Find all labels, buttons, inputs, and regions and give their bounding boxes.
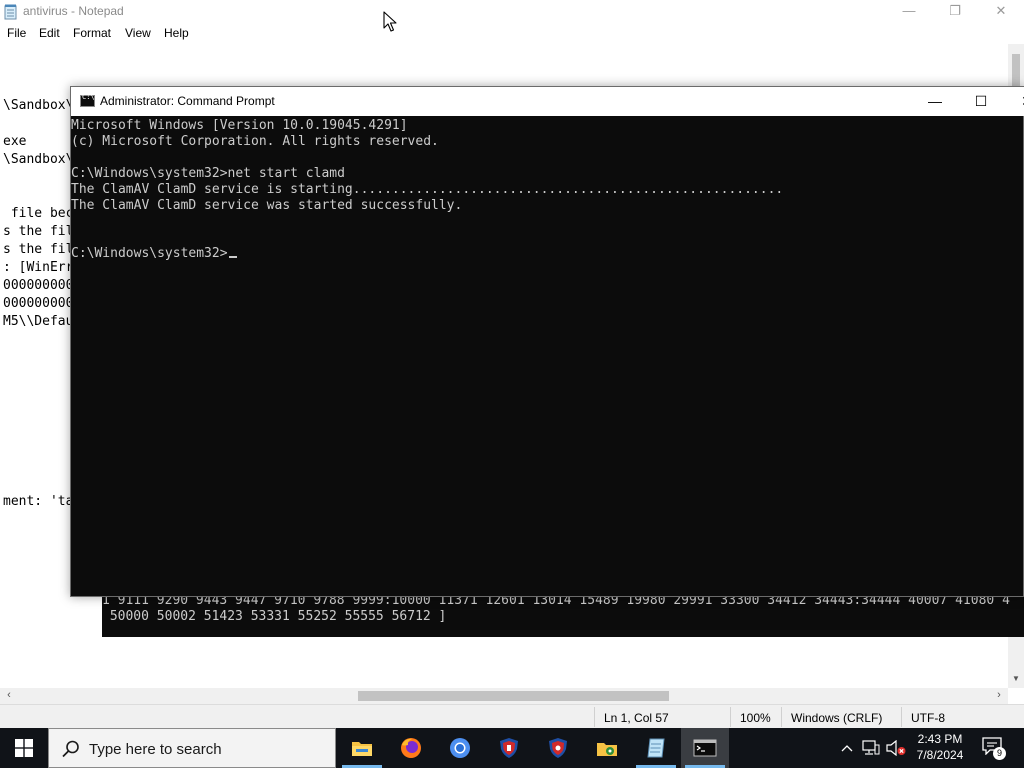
command-prompt-window: C:\ Administrator: Command Prompt — ☐ ✕ … (70, 86, 1024, 597)
action-center-button[interactable]: 9 (978, 735, 1010, 761)
shield-icon (500, 738, 518, 758)
status-encoding: UTF-8 (911, 711, 945, 725)
search-icon (62, 740, 79, 758)
cmd-icon-label: C:\ (82, 93, 95, 101)
menu-file[interactable]: File (7, 26, 26, 40)
status-line-ending: Windows (CRLF) (791, 711, 883, 725)
taskbar-clock[interactable]: 2:43 PM 7/8/2024 (912, 731, 968, 767)
notepad-line: \Sandbox\ (3, 98, 74, 113)
taskbar-search-box[interactable]: Type here to search (48, 728, 336, 768)
menu-view[interactable]: View (125, 26, 151, 40)
background-console-window[interactable]: 1 9111 9290 9443 9447 9710 9788 9999:100… (102, 590, 1024, 637)
notepad-titlebar[interactable]: antivirus - Notepad — ❐ ✕ (0, 0, 1024, 24)
console-prompt-line: C:\Windows\system32> (71, 246, 237, 262)
taskbar-folder-tool[interactable] (583, 728, 631, 768)
menu-edit[interactable]: Edit (39, 26, 60, 40)
taskbar-command-prompt[interactable] (681, 728, 729, 768)
notepad-line: s the fil (3, 224, 74, 239)
notepad-line: M5\\Defau (3, 314, 74, 329)
notepad-title: antivirus - Notepad (23, 4, 124, 18)
notepad-close-button[interactable]: ✕ (978, 0, 1024, 24)
taskbar-antivirus-shield-2[interactable] (534, 728, 582, 768)
notepad-minimize-button[interactable]: — (886, 0, 932, 24)
command-prompt-console[interactable]: Microsoft Windows [Version 10.0.19045.42… (71, 116, 1023, 596)
notepad-horizontal-scrollbar[interactable]: ‹ › (0, 688, 1008, 704)
notepad-line: 000000000 (3, 296, 74, 311)
notepad-statusbar: Ln 1, Col 57 100% Windows (CRLF) UTF-8 (0, 704, 1024, 728)
notepad-icon (647, 738, 665, 758)
status-separator (730, 707, 731, 727)
scroll-right-arrow-icon[interactable]: › (992, 689, 1006, 703)
cmd-close-button[interactable]: ✕ (1004, 87, 1024, 116)
text-cursor (228, 256, 237, 258)
taskbar-antivirus-shield[interactable] (485, 728, 533, 768)
notification-count-badge: 9 (993, 747, 1006, 760)
command-prompt-titlebar[interactable]: C:\ Administrator: Command Prompt — ☐ ✕ (71, 87, 1024, 116)
console-prompt: C:\Windows\system32> (71, 246, 228, 261)
scroll-down-arrow-icon[interactable]: ▼ (1008, 674, 1024, 688)
windows-logo-icon (15, 739, 33, 757)
volume-tray-button[interactable] (884, 728, 908, 768)
console-line: The ClamAV ClamD service was started suc… (71, 198, 463, 213)
notepad-line: \Sandbox\ (3, 152, 74, 167)
volume-muted-icon (886, 740, 906, 756)
command-prompt-icon (693, 739, 717, 757)
menu-format[interactable]: Format (73, 26, 111, 40)
console-line: C:\Windows\system32>net start clamd (71, 166, 345, 181)
status-separator (781, 707, 782, 727)
taskbar-chromium[interactable] (436, 728, 484, 768)
notepad-line: : [WinErr (3, 260, 74, 275)
clock-date: 7/8/2024 (916, 748, 964, 762)
horizontal-scroll-thumb[interactable] (358, 691, 669, 701)
chromium-icon (450, 738, 470, 758)
console-line: The ClamAV ClamD service is starting....… (71, 182, 784, 197)
taskbar-file-explorer[interactable] (338, 728, 386, 768)
network-icon (862, 740, 880, 755)
notepad-line: ment: 'ta (3, 494, 74, 509)
taskbar: Type here to search 2:43 PM 7/8/2024 9 (0, 728, 1024, 768)
notepad-app-icon (4, 4, 17, 20)
menu-help[interactable]: Help (164, 26, 189, 40)
console-line: Microsoft Windows [Version 10.0.19045.42… (71, 118, 408, 133)
folder-gear-icon (597, 743, 617, 756)
firefox-icon (401, 738, 421, 758)
taskbar-firefox[interactable] (387, 728, 435, 768)
command-prompt-app-icon: C:\ (80, 93, 95, 107)
status-separator (901, 707, 902, 727)
notepad-line: exe (3, 134, 27, 149)
notepad-menubar: File Edit Format View Help (0, 24, 1024, 43)
show-hidden-icons-button[interactable] (838, 728, 856, 768)
cmd-minimize-button[interactable]: — (912, 87, 958, 116)
mouse-pointer-icon (383, 11, 397, 32)
console-line: 50000 50002 51423 53331 55252 55555 5671… (102, 609, 447, 624)
notepad-line: 000000000 (3, 278, 74, 293)
shield-icon (549, 738, 567, 758)
notepad-line: s the fil (3, 242, 74, 257)
scroll-left-arrow-icon[interactable]: ‹ (2, 689, 16, 703)
console-line: (c) Microsoft Corporation. All rights re… (71, 134, 439, 149)
clock-time: 2:43 PM (917, 732, 963, 746)
network-tray-button[interactable] (860, 728, 882, 768)
status-separator (594, 707, 595, 727)
command-prompt-title: Administrator: Command Prompt (100, 94, 275, 108)
notepad-line: file bec (3, 206, 74, 221)
status-zoom: 100% (740, 711, 771, 725)
taskbar-notepad[interactable] (632, 728, 680, 768)
file-explorer-icon (352, 742, 372, 756)
notepad-restore-button[interactable]: ❐ (932, 0, 978, 24)
chevron-up-icon (841, 745, 853, 752)
search-placeholder: Type here to search (89, 741, 222, 758)
status-cursor-position: Ln 1, Col 57 (604, 711, 669, 725)
cmd-maximize-button[interactable]: ☐ (958, 87, 1004, 116)
start-button[interactable] (0, 728, 48, 768)
